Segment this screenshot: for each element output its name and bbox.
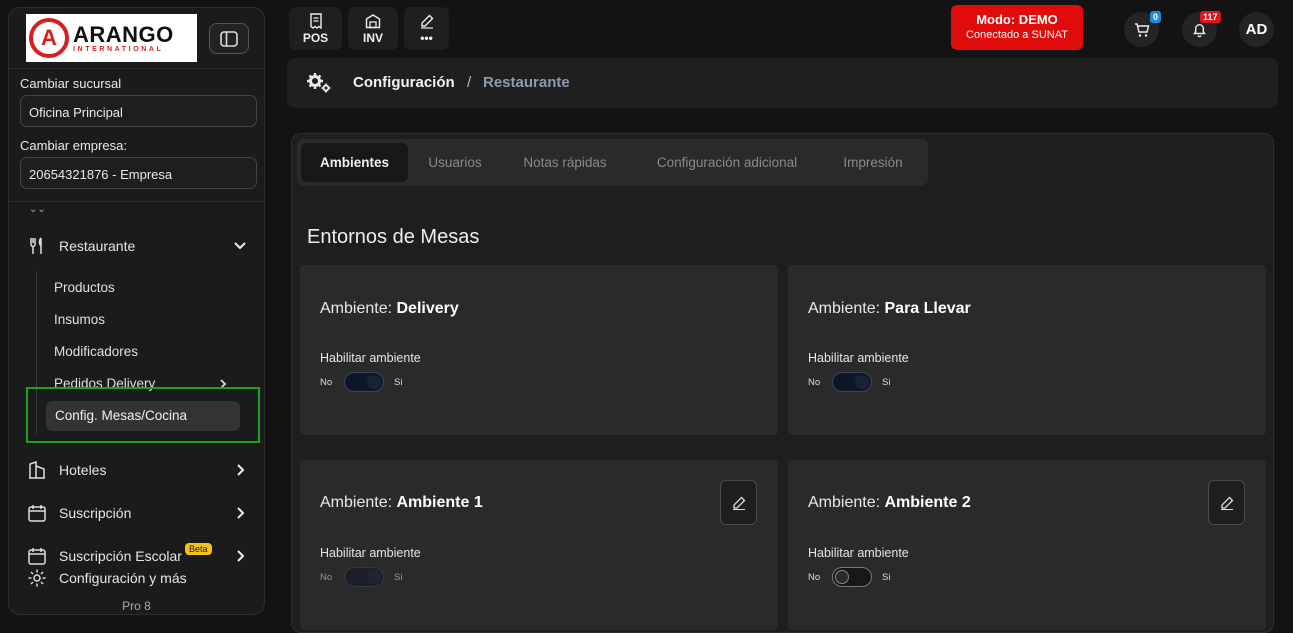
submenu-modificadores[interactable]: Modificadores <box>54 344 138 359</box>
demo-mode-badge[interactable]: Modo: DEMO Conectado a SUNAT <box>951 5 1083 50</box>
logo-subtitle: INTERNATIONAL <box>73 45 164 53</box>
tab-configuracion-adicional[interactable]: Configuración adicional <box>637 143 817 182</box>
card-title: Ambiente: Ambiente 2 <box>808 494 971 511</box>
submenu-config-mesas[interactable]: Config. Mesas/Cocina <box>46 401 240 431</box>
user-avatar[interactable]: AD <box>1239 12 1274 47</box>
enable-switch[interactable] <box>832 372 872 392</box>
receipt-icon <box>309 12 322 29</box>
ambiente-card-delivery: Ambiente: Delivery Habilitar ambiente No… <box>300 265 778 435</box>
sidebar-item-label: Hoteles <box>59 462 107 478</box>
logo-mark: A <box>29 18 69 58</box>
card-title: Ambiente: Para Llevar <box>808 300 971 317</box>
edit-button[interactable] <box>720 480 757 525</box>
cart-icon <box>1134 22 1149 37</box>
inv-button[interactable]: INV <box>348 7 398 50</box>
switch-no-label: No <box>320 572 333 583</box>
chevron-right-icon <box>237 464 245 476</box>
card-title: Ambiente: Ambiente 1 <box>320 494 483 511</box>
sidebar-panel-icon <box>220 30 238 47</box>
tab-usuarios[interactable]: Usuarios <box>415 143 495 182</box>
more-label: ••• <box>420 30 433 45</box>
switch-si-label: Si <box>882 572 891 583</box>
main-panel: Ambientes Usuarios Notas rápidas Configu… <box>291 133 1274 633</box>
bell-icon <box>1193 23 1206 37</box>
chevron-right-icon <box>237 550 245 562</box>
chevron-right-icon <box>237 507 245 519</box>
card-title: Ambiente: Delivery <box>320 300 459 317</box>
ambiente-card-para-llevar: Ambiente: Para Llevar Habilitar ambiente… <box>788 265 1266 435</box>
calendar-icon <box>28 505 46 522</box>
inv-label: INV <box>362 30 383 45</box>
building-icon <box>29 460 45 479</box>
sidebar-item-label: Suscripción <box>59 505 132 521</box>
more-button[interactable]: ••• <box>404 7 449 50</box>
sidebar-item-suscripcion[interactable]: Suscripción <box>9 497 264 529</box>
breadcrumb: Configuración / Restaurante <box>287 58 1278 108</box>
edit-button[interactable] <box>1208 480 1245 525</box>
ambiente-card-1: Ambiente: Ambiente 1 Habilitar ambiente … <box>300 460 778 630</box>
branch-label: Cambiar sucursal <box>20 76 122 91</box>
sidebar-item-restaurante[interactable]: Restaurante <box>9 230 264 262</box>
toggle-sidebar-button[interactable] <box>209 23 249 54</box>
section-title: Entornos de Mesas <box>307 226 480 248</box>
enable-label: Habilitar ambiente <box>808 546 909 560</box>
gear-icon <box>28 569 46 587</box>
switch-no-label: No <box>808 377 821 388</box>
beta-badge: Beta <box>185 543 212 555</box>
cart-count-badge: 0 <box>1150 11 1162 23</box>
branch-select[interactable]: Oficina Principal <box>20 95 257 127</box>
company-logo[interactable]: A ARANGO INTERNATIONAL <box>26 14 197 62</box>
notification-count-badge: 117 <box>1200 11 1221 23</box>
mode-subtitle: Conectado a SUNAT <box>966 29 1068 41</box>
scroll-hint-icon: ⌄⌄ <box>29 204 46 215</box>
enable-switch[interactable] <box>832 567 872 587</box>
switch-si-label: Si <box>394 377 403 388</box>
enable-switch[interactable] <box>344 567 384 587</box>
chevron-down-icon <box>234 242 246 250</box>
tab-notas-rapidas[interactable]: Notas rápidas <box>505 143 625 182</box>
submenu-insumos[interactable]: Insumos <box>54 312 105 327</box>
company-select[interactable]: 20654321876 - Empresa <box>20 157 257 189</box>
submenu-productos[interactable]: Productos <box>54 280 115 295</box>
breadcrumb-root[interactable]: Configuración <box>353 74 455 91</box>
breadcrumb-separator: / <box>467 74 472 91</box>
sidebar-item-label: Configuración y más <box>59 570 187 586</box>
tab-ambientes[interactable]: Ambientes <box>301 143 408 182</box>
gears-icon <box>307 73 331 93</box>
sidebar-item-hoteles[interactable]: Hoteles <box>9 454 264 486</box>
tab-impresion[interactable]: Impresión <box>825 143 921 182</box>
sidebar-item-configuracion[interactable]: Configuración y más <box>9 562 264 594</box>
switch-no-label: No <box>808 572 821 583</box>
enable-switch[interactable] <box>344 372 384 392</box>
enable-label: Habilitar ambiente <box>320 546 421 560</box>
pos-label: POS <box>302 30 329 45</box>
pencil-icon <box>732 496 745 510</box>
mode-title: Modo: DEMO <box>976 12 1058 27</box>
fork-knife-icon <box>30 237 42 254</box>
pos-button[interactable]: POS <box>289 7 342 50</box>
switch-si-label: Si <box>394 572 403 583</box>
logo-word: ARANGO <box>73 21 174 47</box>
edit-icon <box>420 14 433 29</box>
enable-label: Habilitar ambiente <box>320 351 421 365</box>
version-label: Pro 8 <box>122 599 151 613</box>
switch-si-label: Si <box>882 377 891 388</box>
sidebar: A ARANGO INTERNATIONAL Cambiar sucursal … <box>8 7 265 615</box>
switch-no-label: No <box>320 377 333 388</box>
pencil-icon <box>1220 496 1233 510</box>
sidebar-item-label: Restaurante <box>59 238 136 254</box>
warehouse-icon <box>365 13 381 28</box>
breadcrumb-current: Restaurante <box>483 74 570 91</box>
tab-bar: Ambientes Usuarios Notas rápidas Configu… <box>297 139 928 186</box>
company-label: Cambiar empresa: <box>20 138 127 153</box>
enable-label: Habilitar ambiente <box>808 351 909 365</box>
ambiente-card-2: Ambiente: Ambiente 2 Habilitar ambiente … <box>788 460 1266 630</box>
